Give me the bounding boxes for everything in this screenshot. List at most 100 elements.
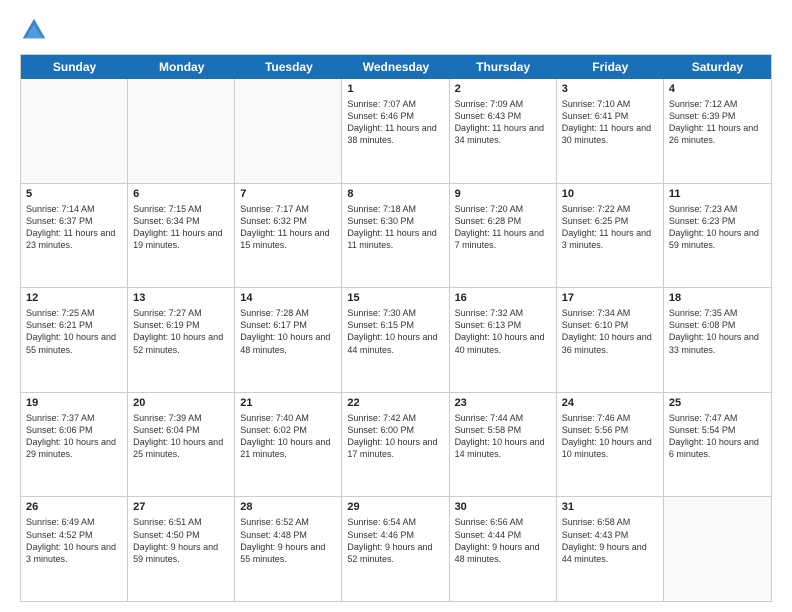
cell-info: Sunrise: 7:10 AM Sunset: 6:41 PM Dayligh… xyxy=(562,98,658,147)
cell-info: Sunrise: 7:07 AM Sunset: 6:46 PM Dayligh… xyxy=(347,98,443,147)
calendar-cell: 29 Sunrise: 6:54 AM Sunset: 4:46 PM Dayli… xyxy=(342,497,449,601)
day-number: 31 xyxy=(562,501,658,513)
weekday-header: Sunday xyxy=(21,55,128,79)
calendar-cell: 25 Sunrise: 7:47 AM Sunset: 5:54 PM Dayli… xyxy=(664,393,771,497)
day-number: 10 xyxy=(562,188,658,200)
weekday-header: Saturday xyxy=(664,55,771,79)
calendar-cell: 31 Sunrise: 6:58 AM Sunset: 4:43 PM Dayli… xyxy=(557,497,664,601)
calendar-cell: 27 Sunrise: 6:51 AM Sunset: 4:50 PM Dayli… xyxy=(128,497,235,601)
cell-info: Sunrise: 7:39 AM Sunset: 6:04 PM Dayligh… xyxy=(133,412,229,461)
cell-info: Sunrise: 7:18 AM Sunset: 6:30 PM Dayligh… xyxy=(347,203,443,252)
cell-info: Sunrise: 7:44 AM Sunset: 5:58 PM Dayligh… xyxy=(455,412,551,461)
calendar-cell: 23 Sunrise: 7:44 AM Sunset: 5:58 PM Dayli… xyxy=(450,393,557,497)
day-number: 9 xyxy=(455,188,551,200)
cell-info: Sunrise: 7:46 AM Sunset: 5:56 PM Dayligh… xyxy=(562,412,658,461)
calendar-cell xyxy=(128,79,235,183)
day-number: 18 xyxy=(669,292,766,304)
calendar-cell: 24 Sunrise: 7:46 AM Sunset: 5:56 PM Dayli… xyxy=(557,393,664,497)
cell-info: Sunrise: 7:37 AM Sunset: 6:06 PM Dayligh… xyxy=(26,412,122,461)
day-number: 4 xyxy=(669,83,766,95)
calendar-cell: 19Sunrise: 7:37 AM Sunset: 6:06 PM Dayli… xyxy=(21,393,128,497)
calendar-row: 26 Sunrise: 6:49 AM Sunset: 4:52 PM Dayli… xyxy=(21,497,771,601)
cell-info: Sunrise: 7:32 AM Sunset: 6:13 PM Dayligh… xyxy=(455,307,551,356)
day-number: 28 xyxy=(240,501,336,513)
weekday-header: Friday xyxy=(557,55,664,79)
cell-info: Sunrise: 6:49 AM Sunset: 4:52 PM Dayligh… xyxy=(26,516,122,565)
day-number: 17 xyxy=(562,292,658,304)
day-number: 22 xyxy=(347,397,443,409)
calendar: SundayMondayTuesdayWednesdayThursdayFrid… xyxy=(20,54,772,602)
cell-info: Sunrise: 7:42 AM Sunset: 6:00 PM Dayligh… xyxy=(347,412,443,461)
calendar-row: 5Sunrise: 7:14 AM Sunset: 6:37 PM Daylig… xyxy=(21,184,771,289)
weekday-header: Monday xyxy=(128,55,235,79)
day-number: 15 xyxy=(347,292,443,304)
day-number: 30 xyxy=(455,501,551,513)
header xyxy=(20,16,772,44)
calendar-cell: 30 Sunrise: 6:56 AM Sunset: 4:44 PM Dayli… xyxy=(450,497,557,601)
calendar-row: 1 Sunrise: 7:07 AM Sunset: 6:46 PM Daylig… xyxy=(21,79,771,184)
calendar-cell: 15 Sunrise: 7:30 AM Sunset: 6:15 PM Dayli… xyxy=(342,288,449,392)
calendar-cell: 2Sunrise: 7:09 AM Sunset: 6:43 PM Daylig… xyxy=(450,79,557,183)
weekday-header: Wednesday xyxy=(342,55,449,79)
cell-info: Sunrise: 7:22 AM Sunset: 6:25 PM Dayligh… xyxy=(562,203,658,252)
calendar-cell: 11Sunrise: 7:23 AM Sunset: 6:23 PM Dayli… xyxy=(664,184,771,288)
day-number: 12 xyxy=(26,292,122,304)
calendar-cell: 8 Sunrise: 7:18 AM Sunset: 6:30 PM Daylig… xyxy=(342,184,449,288)
calendar-cell: 13Sunrise: 7:27 AM Sunset: 6:19 PM Dayli… xyxy=(128,288,235,392)
logo-icon xyxy=(20,16,48,44)
page: SundayMondayTuesdayWednesdayThursdayFrid… xyxy=(0,0,792,612)
cell-info: Sunrise: 7:47 AM Sunset: 5:54 PM Dayligh… xyxy=(669,412,766,461)
calendar-cell: 6 Sunrise: 7:15 AM Sunset: 6:34 PM Daylig… xyxy=(128,184,235,288)
calendar-row: 19Sunrise: 7:37 AM Sunset: 6:06 PM Dayli… xyxy=(21,393,771,498)
calendar-body: 1 Sunrise: 7:07 AM Sunset: 6:46 PM Daylig… xyxy=(21,79,771,601)
calendar-cell: 22 Sunrise: 7:42 AM Sunset: 6:00 PM Dayli… xyxy=(342,393,449,497)
logo xyxy=(20,16,52,44)
cell-info: Sunrise: 7:25 AM Sunset: 6:21 PM Dayligh… xyxy=(26,307,122,356)
cell-info: Sunrise: 6:52 AM Sunset: 4:48 PM Dayligh… xyxy=(240,516,336,565)
day-number: 24 xyxy=(562,397,658,409)
calendar-cell: 18 Sunrise: 7:35 AM Sunset: 6:08 PM Dayli… xyxy=(664,288,771,392)
cell-info: Sunrise: 7:17 AM Sunset: 6:32 PM Dayligh… xyxy=(240,203,336,252)
cell-info: Sunrise: 7:35 AM Sunset: 6:08 PM Dayligh… xyxy=(669,307,766,356)
cell-info: Sunrise: 7:12 AM Sunset: 6:39 PM Dayligh… xyxy=(669,98,766,147)
day-number: 16 xyxy=(455,292,551,304)
weekday-header: Thursday xyxy=(450,55,557,79)
cell-info: Sunrise: 7:40 AM Sunset: 6:02 PM Dayligh… xyxy=(240,412,336,461)
day-number: 29 xyxy=(347,501,443,513)
calendar-cell: 5Sunrise: 7:14 AM Sunset: 6:37 PM Daylig… xyxy=(21,184,128,288)
day-number: 5 xyxy=(26,188,122,200)
calendar-cell xyxy=(21,79,128,183)
calendar-cell: 10 Sunrise: 7:22 AM Sunset: 6:25 PM Dayli… xyxy=(557,184,664,288)
day-number: 27 xyxy=(133,501,229,513)
day-number: 25 xyxy=(669,397,766,409)
calendar-header: SundayMondayTuesdayWednesdayThursdayFrid… xyxy=(21,55,771,79)
weekday-header: Tuesday xyxy=(235,55,342,79)
cell-info: Sunrise: 7:27 AM Sunset: 6:19 PM Dayligh… xyxy=(133,307,229,356)
cell-info: Sunrise: 7:34 AM Sunset: 6:10 PM Dayligh… xyxy=(562,307,658,356)
calendar-cell xyxy=(664,497,771,601)
day-number: 1 xyxy=(347,83,443,95)
calendar-cell: 7Sunrise: 7:17 AM Sunset: 6:32 PM Daylig… xyxy=(235,184,342,288)
cell-info: Sunrise: 7:30 AM Sunset: 6:15 PM Dayligh… xyxy=(347,307,443,356)
calendar-cell: 14 Sunrise: 7:28 AM Sunset: 6:17 PM Dayli… xyxy=(235,288,342,392)
day-number: 14 xyxy=(240,292,336,304)
calendar-row: 12 Sunrise: 7:25 AM Sunset: 6:21 PM Dayli… xyxy=(21,288,771,393)
calendar-cell: 4 Sunrise: 7:12 AM Sunset: 6:39 PM Daylig… xyxy=(664,79,771,183)
calendar-cell: 9Sunrise: 7:20 AM Sunset: 6:28 PM Daylig… xyxy=(450,184,557,288)
day-number: 21 xyxy=(240,397,336,409)
day-number: 6 xyxy=(133,188,229,200)
day-number: 20 xyxy=(133,397,229,409)
day-number: 23 xyxy=(455,397,551,409)
day-number: 2 xyxy=(455,83,551,95)
cell-info: Sunrise: 6:56 AM Sunset: 4:44 PM Dayligh… xyxy=(455,516,551,565)
calendar-cell: 20 Sunrise: 7:39 AM Sunset: 6:04 PM Dayli… xyxy=(128,393,235,497)
day-number: 3 xyxy=(562,83,658,95)
day-number: 26 xyxy=(26,501,122,513)
cell-info: Sunrise: 6:58 AM Sunset: 4:43 PM Dayligh… xyxy=(562,516,658,565)
cell-info: Sunrise: 6:51 AM Sunset: 4:50 PM Dayligh… xyxy=(133,516,229,565)
cell-info: Sunrise: 7:15 AM Sunset: 6:34 PM Dayligh… xyxy=(133,203,229,252)
calendar-cell: 17 Sunrise: 7:34 AM Sunset: 6:10 PM Dayli… xyxy=(557,288,664,392)
day-number: 8 xyxy=(347,188,443,200)
cell-info: Sunrise: 6:54 AM Sunset: 4:46 PM Dayligh… xyxy=(347,516,443,565)
cell-info: Sunrise: 7:28 AM Sunset: 6:17 PM Dayligh… xyxy=(240,307,336,356)
